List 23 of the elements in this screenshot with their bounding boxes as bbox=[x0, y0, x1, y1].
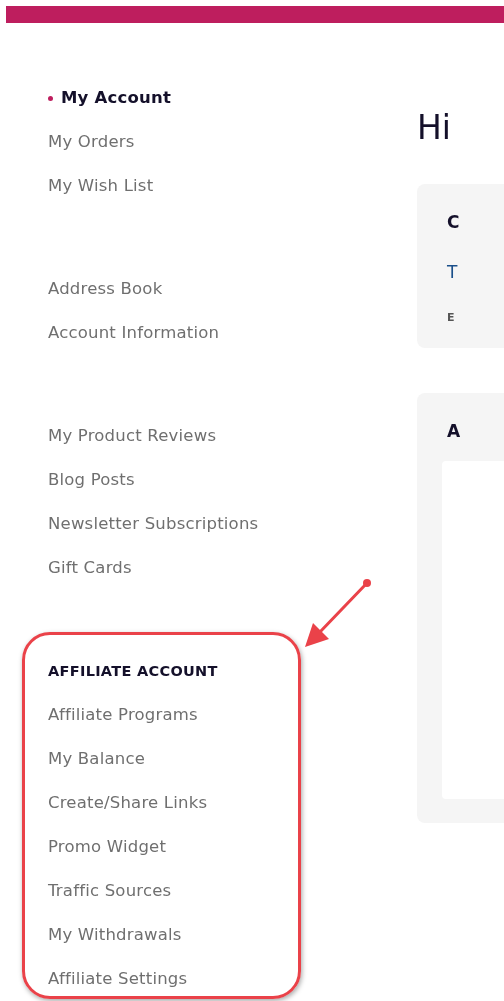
sidebar-link[interactable]: Traffic Sources bbox=[48, 869, 172, 913]
sidebar-link[interactable]: My Product Reviews bbox=[48, 414, 217, 458]
card-title: A bbox=[447, 420, 462, 442]
sidebar-link[interactable]: My Orders bbox=[48, 120, 135, 164]
sidebar-link[interactable]: Account Information bbox=[48, 311, 220, 355]
annotation-arrow bbox=[303, 577, 373, 649]
sidebar-link[interactable]: My Account bbox=[61, 76, 171, 120]
sidebar-link[interactable]: Create/Share Links bbox=[48, 781, 208, 825]
sidebar-link[interactable]: Affiliate Settings bbox=[48, 957, 188, 1001]
sidebar-link[interactable]: My Withdrawals bbox=[48, 913, 182, 957]
sidebar-link[interactable]: Affiliate Programs bbox=[48, 693, 198, 737]
greeting-heading: Hi bbox=[417, 111, 452, 144]
sidebar-link[interactable]: Newsletter Subscriptions bbox=[48, 502, 259, 546]
sidebar-link[interactable]: My Wish List bbox=[48, 164, 154, 208]
sidebar-link[interactable]: My Balance bbox=[48, 737, 146, 781]
card-title: C bbox=[447, 212, 461, 233]
section-heading: AFFILIATE ACCOUNT bbox=[48, 662, 218, 681]
sidebar-link[interactable]: Gift Cards bbox=[48, 546, 132, 590]
sidebar-link[interactable]: Blog Posts bbox=[48, 458, 135, 502]
card-text: T bbox=[447, 262, 459, 283]
sidebar-link[interactable]: Promo Widget bbox=[48, 825, 167, 869]
card-label: E bbox=[447, 310, 456, 324]
sidebar-link[interactable]: Address Book bbox=[48, 267, 163, 311]
